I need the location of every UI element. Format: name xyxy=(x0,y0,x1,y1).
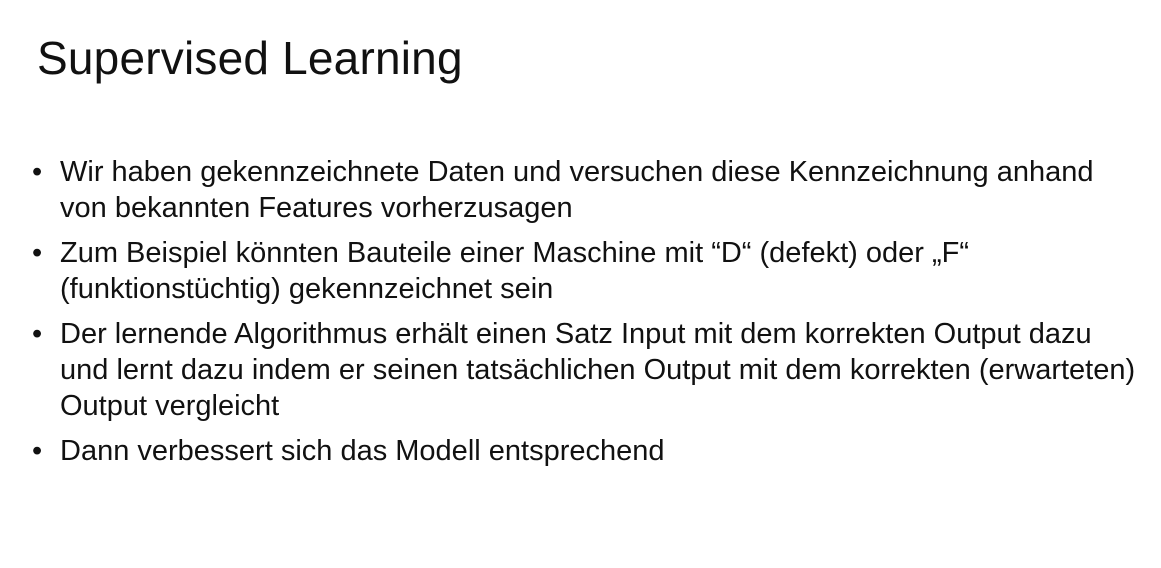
bullet-marker: • xyxy=(32,156,43,188)
bullet-list: • Wir haben gekennzeichnete Daten und ve… xyxy=(30,154,1140,478)
slide: Supervised Learning • Wir haben gekennze… xyxy=(0,0,1161,568)
bullet-text: Dann verbessert sich das Modell entsprec… xyxy=(60,435,665,467)
bullet-item: • Der lernende Algorithmus erhält einen … xyxy=(30,316,1140,424)
slide-title: Supervised Learning xyxy=(37,32,463,84)
bullet-text: Wir haben gekennzeichnete Daten und vers… xyxy=(60,156,1094,224)
bullet-item: • Wir haben gekennzeichnete Daten und ve… xyxy=(30,154,1140,226)
bullet-item: • Zum Beispiel könnten Bauteile einer Ma… xyxy=(30,235,1140,307)
bullet-text: Zum Beispiel könnten Bauteile einer Masc… xyxy=(60,237,970,305)
bullet-marker: • xyxy=(32,237,43,269)
bullet-marker: • xyxy=(32,318,43,350)
bullet-marker: • xyxy=(32,435,43,467)
bullet-item: • Dann verbessert sich das Modell entspr… xyxy=(30,433,1140,469)
bullet-text: Der lernende Algorithmus erhält einen Sa… xyxy=(60,318,1136,422)
